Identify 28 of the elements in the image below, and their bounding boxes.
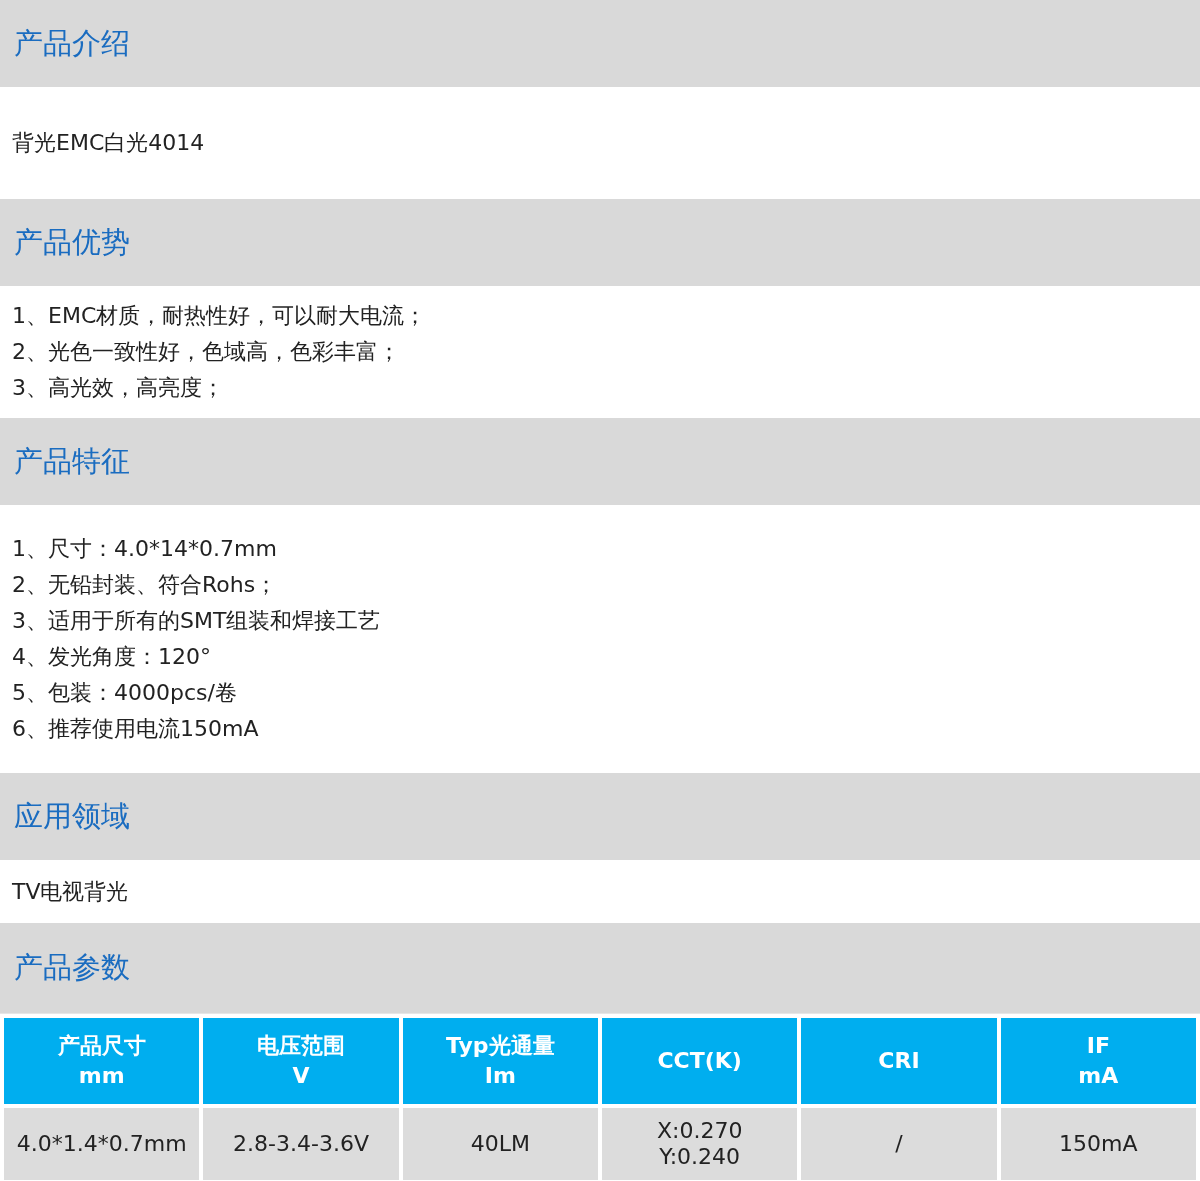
text-line: 1、尺寸：4.0*14*0.7mm bbox=[12, 535, 278, 563]
text-line: 2、光色一致性好，色域高，色彩丰富； bbox=[12, 338, 401, 366]
table-header-cell: IF mA bbox=[1000, 1018, 1196, 1104]
table-cell: 4.0*1.4*0.7mm bbox=[4, 1108, 200, 1180]
table-cell: 40LM bbox=[402, 1108, 598, 1180]
text-line: 2、无铅封装、符合Rohs； bbox=[12, 571, 279, 599]
text-line: 1、EMC材质，耐热性好，可以耐大电流； bbox=[12, 302, 428, 330]
table-header-cell: CRI bbox=[801, 1018, 997, 1104]
text-line: 4、发光角度：120° bbox=[12, 643, 212, 671]
section-title: 产品介绍 bbox=[14, 24, 130, 62]
text-line: 5、包装：4000pcs/卷 bbox=[12, 679, 238, 707]
table-cell: 2.8-3.4-3.6V bbox=[203, 1108, 399, 1180]
text-line: 3、高光效，高亮度； bbox=[12, 374, 225, 402]
text-line: 3、适用于所有的SMT组装和焊接工艺 bbox=[12, 607, 382, 635]
table-cell: / bbox=[801, 1108, 997, 1180]
table-header-cell: CCT(K) bbox=[602, 1018, 798, 1104]
table-header-cell: 产品尺寸 mm bbox=[4, 1018, 200, 1104]
text-line: 背光EMC白光4014 bbox=[12, 129, 206, 157]
section-title: 产品优势 bbox=[14, 223, 130, 261]
section-title: 产品特征 bbox=[14, 442, 130, 480]
table-cell: 150mA bbox=[1000, 1108, 1196, 1180]
text-line: TV电视背光 bbox=[12, 877, 130, 906]
table-header-cell: 电压范围 V bbox=[203, 1018, 399, 1104]
section-title: 产品参数 bbox=[14, 949, 130, 986]
table-header-cell: Typ光通量 Im bbox=[402, 1018, 598, 1104]
text-line: 6、推荐使用电流150mA bbox=[12, 715, 260, 743]
table-cell: X:0.270 Y:0.240 bbox=[602, 1108, 798, 1180]
section-title: 应用领域 bbox=[14, 797, 130, 835]
